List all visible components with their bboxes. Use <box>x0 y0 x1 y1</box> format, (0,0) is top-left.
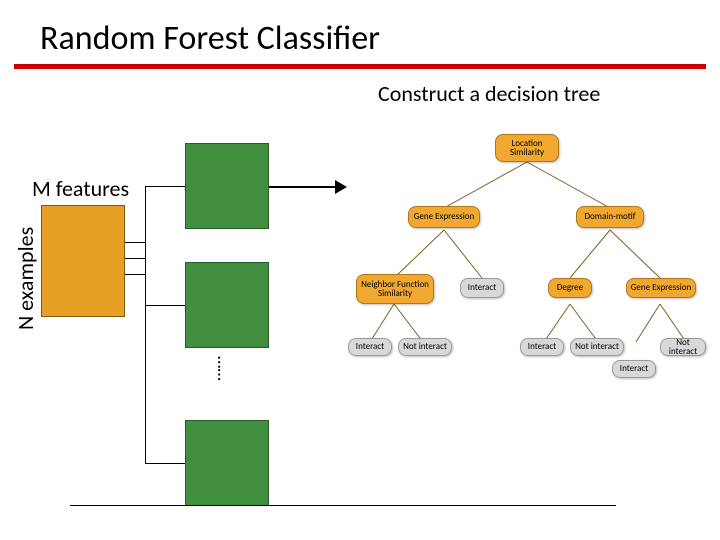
bootstrap-sample-box <box>185 420 269 506</box>
title-underline <box>14 64 706 69</box>
tree-leaf: Interact <box>520 338 564 356</box>
connector-line <box>125 274 145 275</box>
tree-leaf: Interact <box>612 360 656 378</box>
tree-node: Domain-motif <box>576 206 644 228</box>
bootstrap-sample-box <box>185 143 269 229</box>
n-examples-label: N examples <box>12 227 39 330</box>
ellipsis-vertical: …… <box>222 356 226 381</box>
tree-leaf: Not interact <box>398 338 452 356</box>
connector-line <box>145 463 185 464</box>
arrow-head-icon <box>335 180 347 194</box>
tree-node: Gene Expression <box>626 278 696 298</box>
subtitle: Construct a decision tree <box>378 80 600 107</box>
tree-leaf: Not interact <box>660 338 706 356</box>
tree-node: Neighbor Function Similarity <box>356 274 434 304</box>
bootstrap-sample-box <box>185 262 269 348</box>
decision-tree: Location Similarity Gene Expression Doma… <box>348 128 706 388</box>
source-dataset-box <box>41 205 125 317</box>
m-features-label: M features <box>32 175 129 202</box>
bottom-rule <box>70 505 616 506</box>
tree-node-root: Location Similarity <box>495 134 559 162</box>
arrow <box>269 186 337 188</box>
slide-title: Random Forest Classifier <box>40 18 380 59</box>
tree-leaf: Interact <box>348 338 392 356</box>
connector-line <box>145 305 185 306</box>
tree-leaf: Interact <box>460 278 504 298</box>
tree-node: Gene Expression <box>408 206 480 228</box>
tree-leaf: Not interact <box>570 338 624 356</box>
connector-line <box>125 258 145 259</box>
tree-node: Degree <box>548 278 592 298</box>
connector-line <box>145 186 146 463</box>
connector-line <box>125 242 145 243</box>
connector-line <box>145 186 185 187</box>
